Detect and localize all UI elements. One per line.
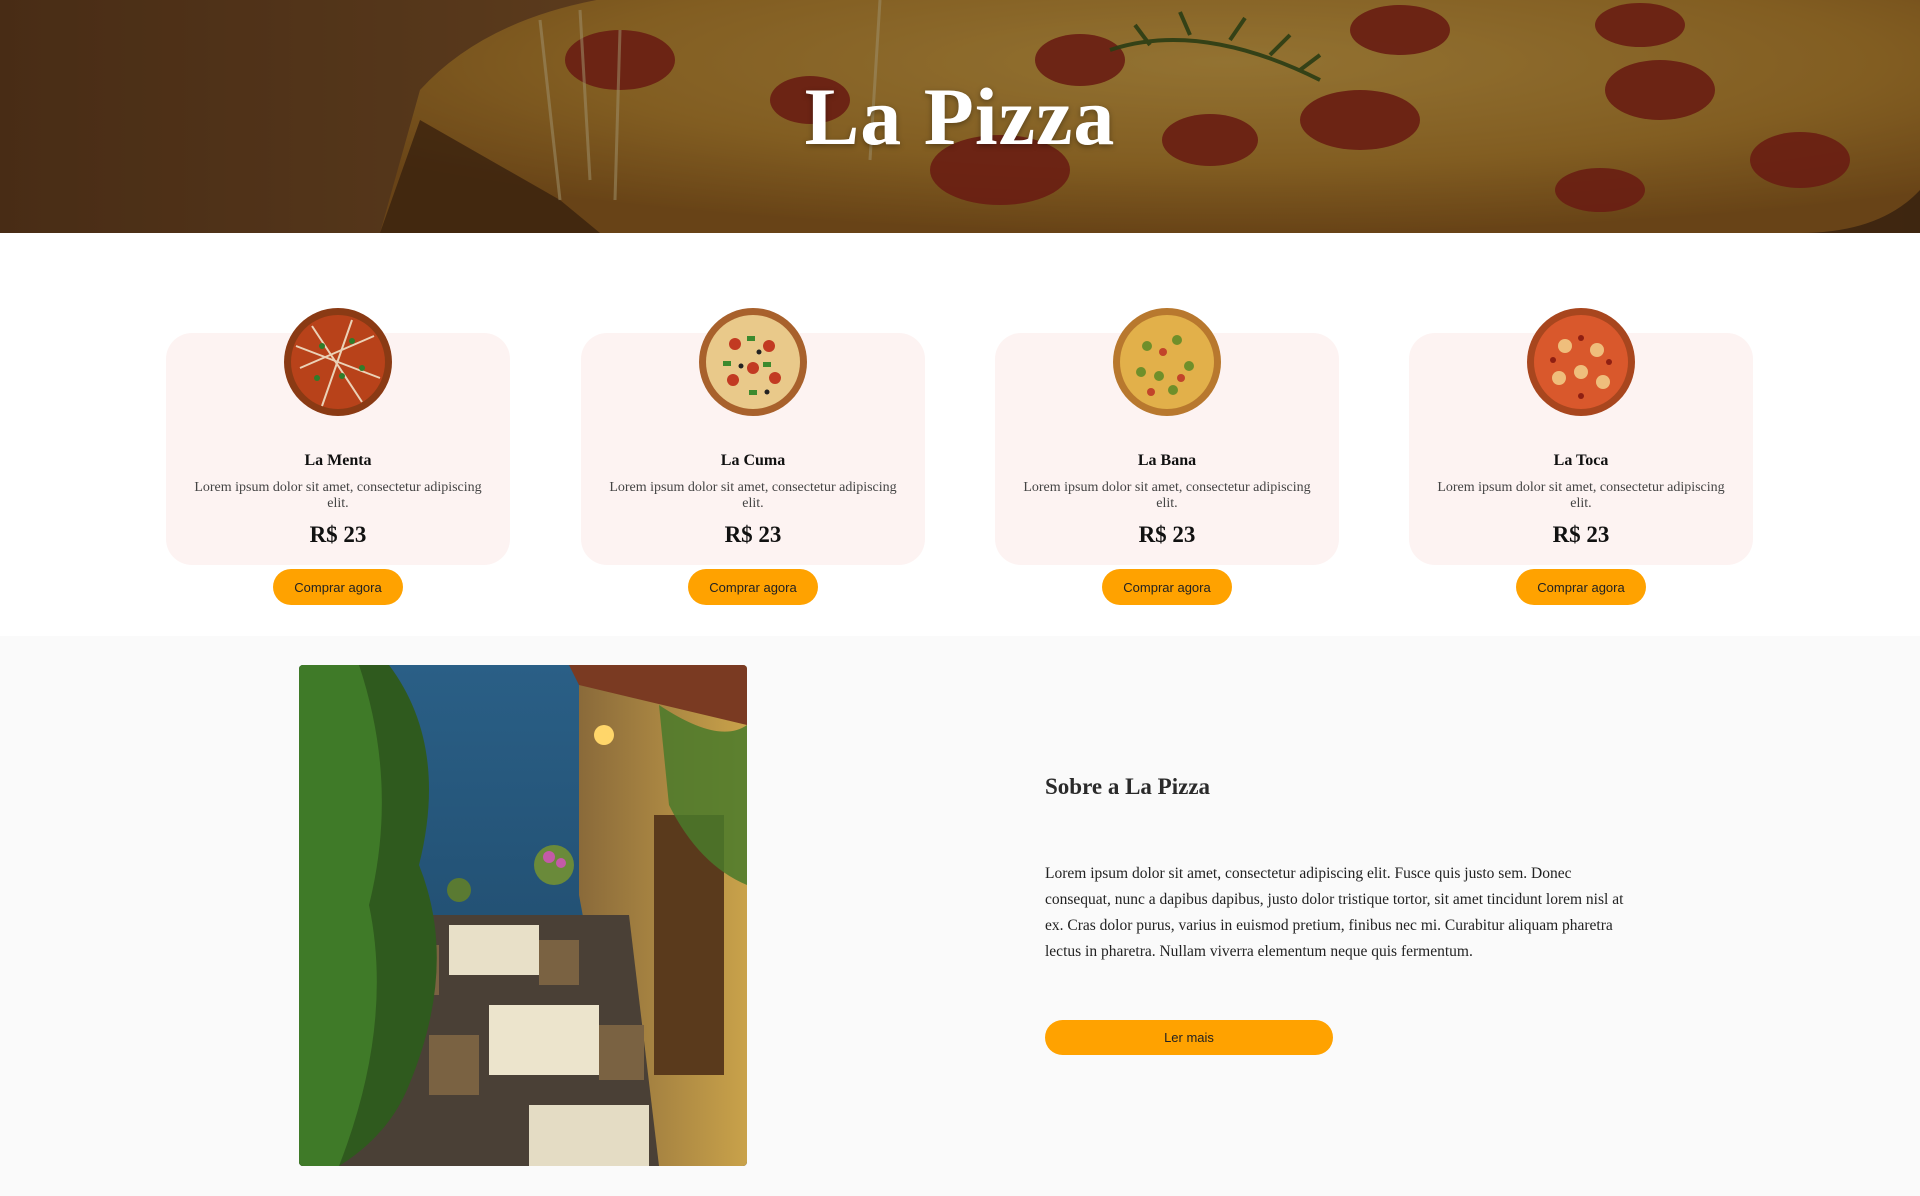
product-name: La Toca [1553,452,1609,469]
product-name: La Cuma [720,452,786,469]
buy-now-button[interactable]: Comprar agora [273,569,403,605]
about-text: Lorem ipsum dolor sit amet, consectetur … [1045,865,1624,960]
hero-banner: La Pizza [0,0,1920,233]
buy-now-button[interactable]: Comprar agora [1102,569,1232,605]
site-title: La Pizza [804,70,1116,162]
restaurant-photo [299,665,747,1166]
product-description: Lorem ipsum dolor sit amet, consectetur … [194,480,482,511]
product-price: R$ 23 [309,522,367,547]
product-name: La Bana [1137,452,1197,469]
pizza-la-cuma-image [699,308,807,416]
buy-now-button[interactable]: Comprar agora [1516,569,1646,605]
product-price: R$ 23 [724,522,782,547]
product-description: Lorem ipsum dolor sit amet, consectetur … [1023,480,1311,511]
product-name: La Menta [304,452,372,469]
pizza-la-bana-image [1113,308,1221,416]
product-price: R$ 23 [1552,522,1610,547]
buy-now-button[interactable]: Comprar agora [688,569,818,605]
about-section [0,636,1920,1196]
pizza-la-menta-image [284,308,392,416]
read-more-button[interactable]: Ler mais [1045,1020,1333,1055]
about-title: Sobre a La Pizza [1045,774,1211,799]
pizza-la-toca-image [1527,308,1635,416]
product-description: Lorem ipsum dolor sit amet, consectetur … [1437,480,1725,511]
product-description: Lorem ipsum dolor sit amet, consectetur … [609,480,897,511]
product-price: R$ 23 [1138,522,1196,547]
